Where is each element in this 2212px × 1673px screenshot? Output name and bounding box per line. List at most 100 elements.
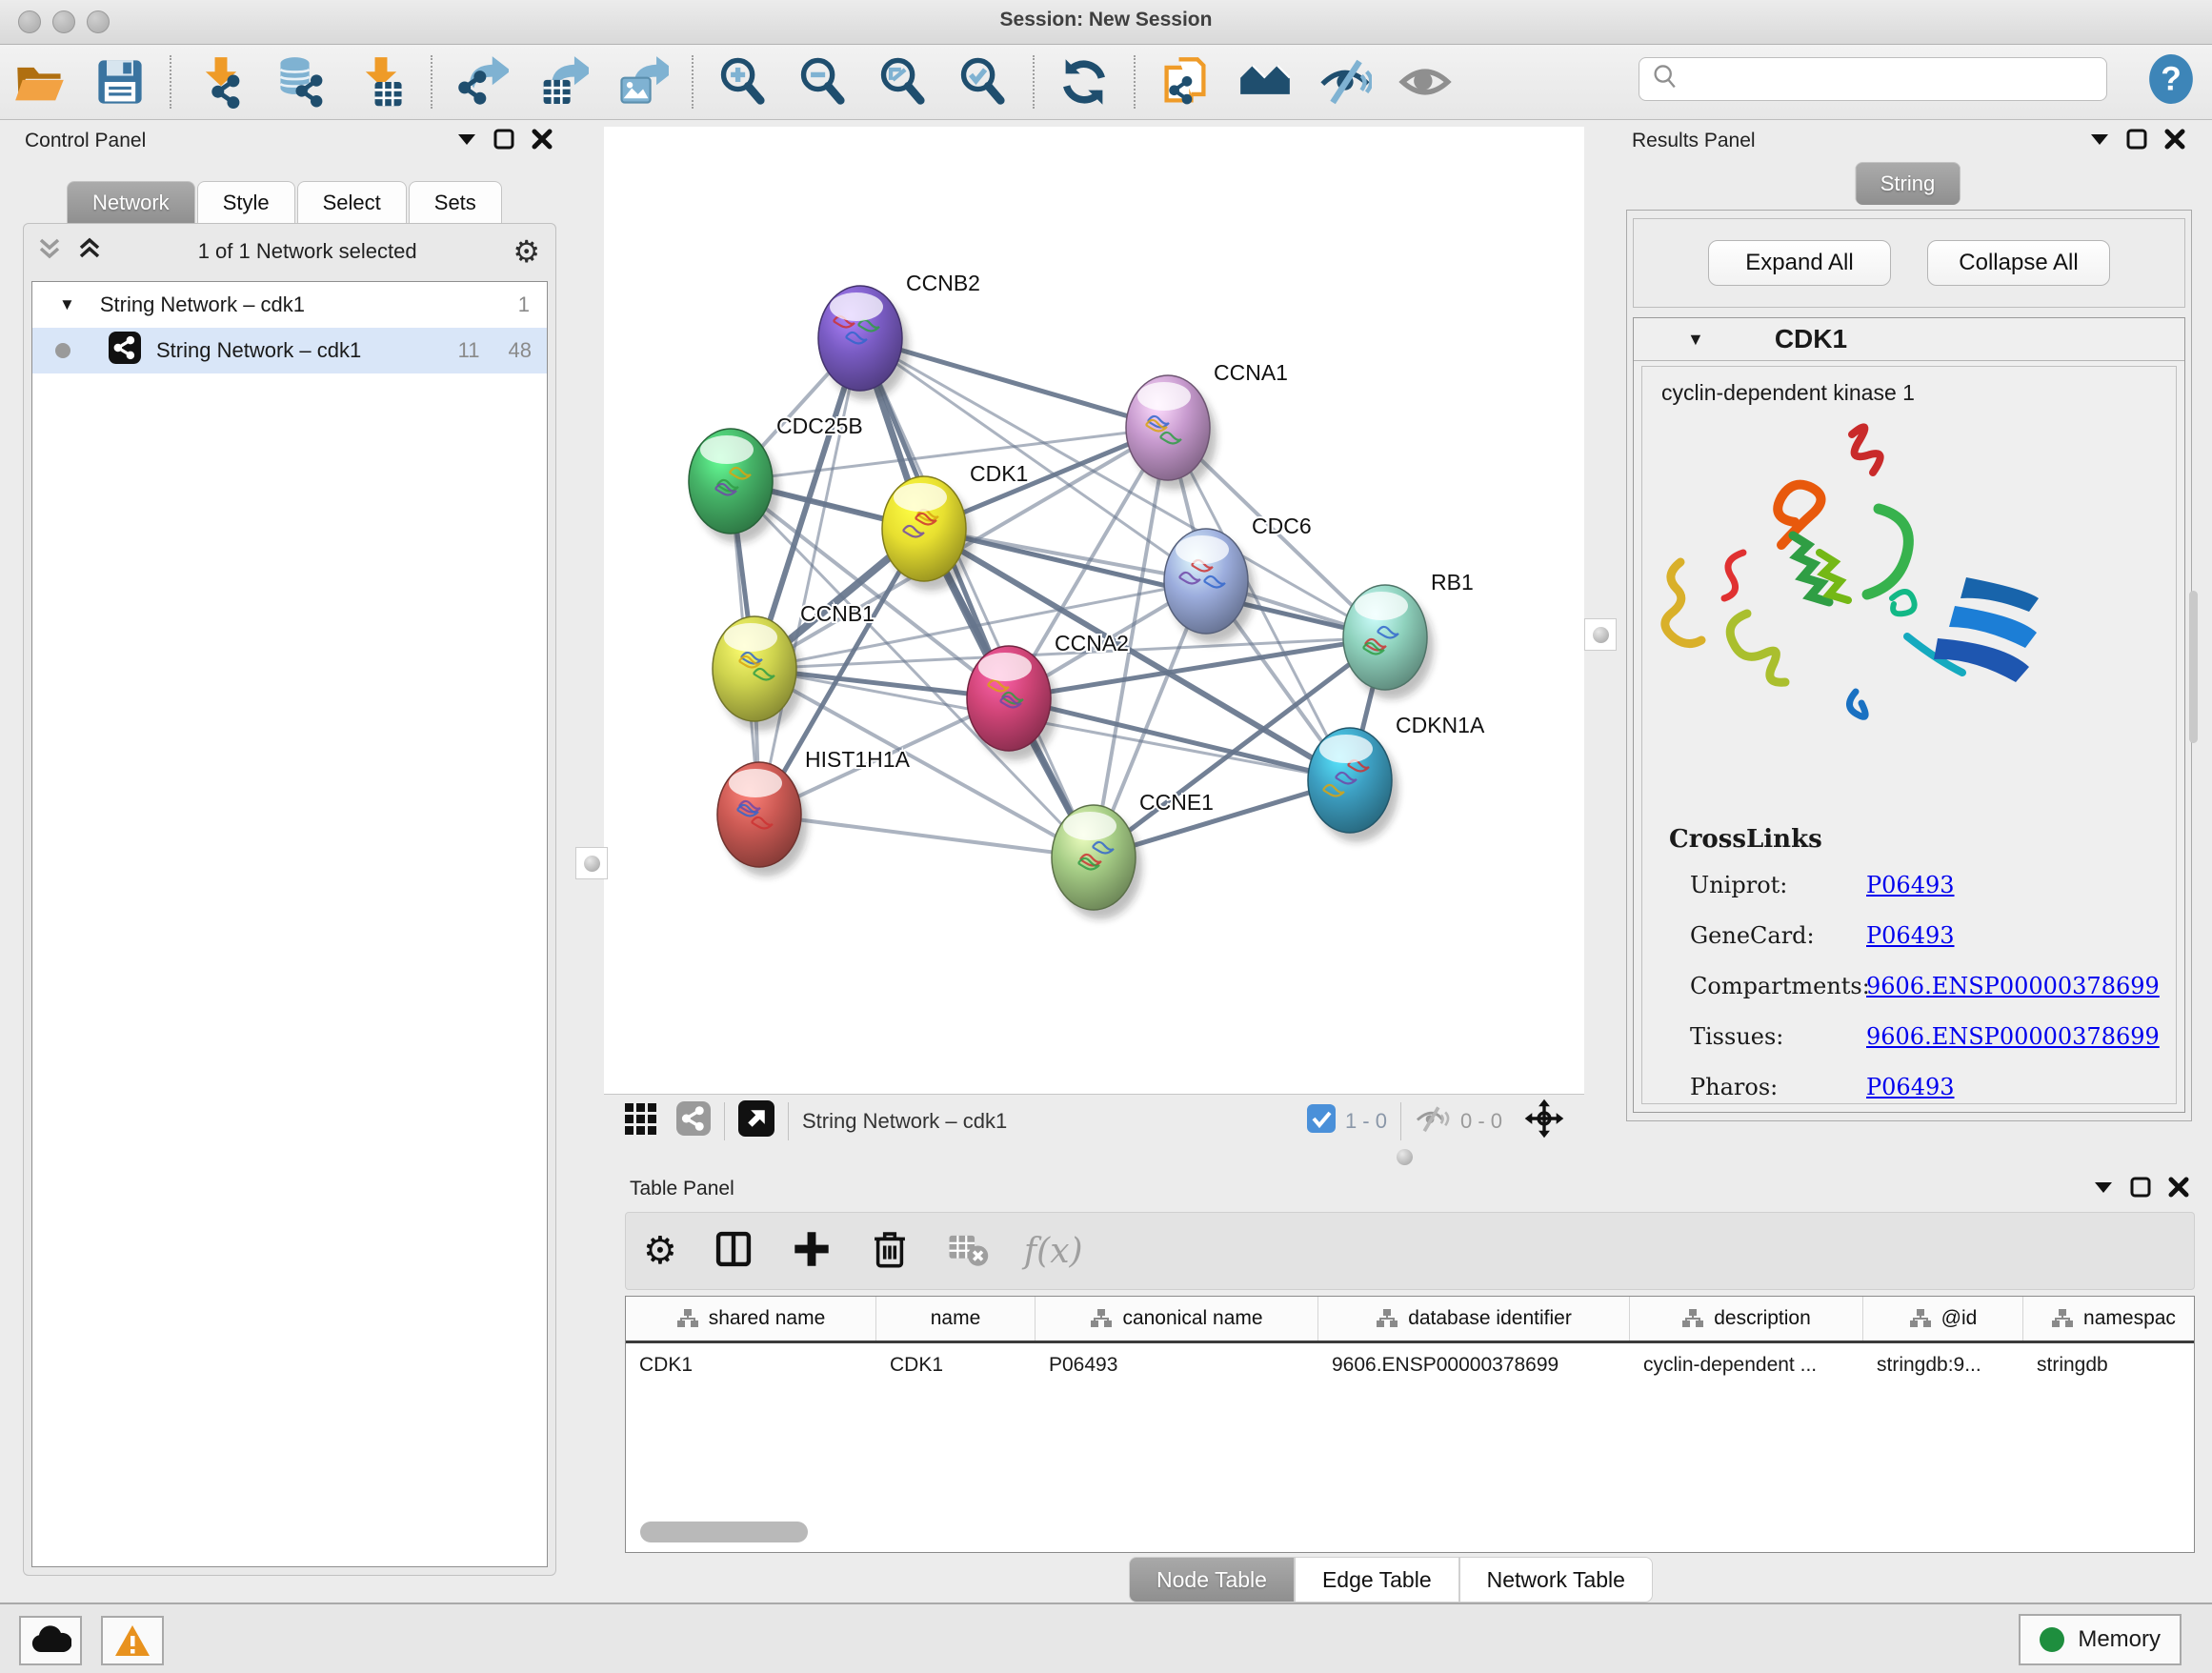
import-database-icon[interactable] <box>274 55 328 109</box>
node-CDC25B[interactable]: CDC25B <box>689 413 863 543</box>
network-share-icon[interactable] <box>676 1101 711 1141</box>
table-panel-menu-icon[interactable] <box>2094 1180 2113 1199</box>
tab-style[interactable]: Style <box>197 181 295 224</box>
node-CCNA2[interactable]: CCNA2 <box>967 631 1129 760</box>
tab-sets[interactable]: Sets <box>409 181 502 224</box>
selected-checkbox-icon[interactable] <box>1307 1104 1336 1139</box>
crosslink-link[interactable]: P06493 <box>1866 1074 1955 1100</box>
control-panel-float-icon[interactable] <box>493 129 514 154</box>
column-header-description[interactable]: description <box>1630 1297 1863 1340</box>
results-panel-float-icon[interactable] <box>2126 129 2147 154</box>
network-edge-count: 48 <box>509 338 532 363</box>
fx-icon: f(x) <box>1024 1232 1083 1271</box>
expand-all-button[interactable]: Expand All <box>1708 240 1891 286</box>
crosslink-link[interactable]: 9606.ENSP00000378699 <box>1866 1023 2160 1050</box>
network-collection-row[interactable]: ▼ String Network – cdk1 1 <box>32 282 547 328</box>
network-graph[interactable]: CCNB2 CCNA1 CDC25B CDK1 CDC6 RB1 CCNB1 <box>604 127 1584 1094</box>
refresh-icon[interactable] <box>1057 55 1111 109</box>
node-CDC6[interactable]: CDC6 <box>1164 514 1312 643</box>
export-image-icon[interactable] <box>615 55 669 109</box>
node-RB1[interactable]: RB1 <box>1343 570 1474 699</box>
birdseye-view-icon[interactable] <box>738 1100 774 1142</box>
help-button[interactable]: ? <box>2145 53 2197 110</box>
results-scrollbar[interactable] <box>2189 591 2198 743</box>
hidden-eye-icon[interactable] <box>1415 1104 1451 1139</box>
edge-CCNB2-CCNE1[interactable] <box>860 338 1094 857</box>
collapse-all-networks-icon[interactable] <box>37 236 62 267</box>
add-column-icon[interactable] <box>790 1227 834 1276</box>
gene-collapse-icon[interactable]: ▼ <box>1687 330 1704 350</box>
table-panel-float-icon[interactable] <box>2130 1177 2151 1202</box>
results-panel-close-icon[interactable] <box>2164 129 2185 154</box>
column-header-shared-name[interactable]: shared name <box>626 1297 876 1340</box>
tab-select[interactable]: Select <box>297 181 407 224</box>
zoom-selected-icon[interactable] <box>956 55 1010 109</box>
open-session-icon[interactable] <box>13 55 67 109</box>
node-CCNE1[interactable]: CCNE1 <box>1052 790 1214 919</box>
column-header-canonical-name[interactable]: canonical name <box>1036 1297 1318 1340</box>
first-neighbors-icon[interactable] <box>1238 55 1292 109</box>
bottom-splitter-handle[interactable] <box>1397 1149 1413 1165</box>
export-table-icon[interactable] <box>535 55 589 109</box>
crosslink-link[interactable]: P06493 <box>1866 872 1955 898</box>
results-panel-menu-icon[interactable] <box>2090 132 2109 151</box>
node-CCNA1[interactable]: CCNA1 <box>1126 360 1288 490</box>
network-row[interactable]: String Network – cdk1 11 48 <box>32 328 547 373</box>
network-options-gear-icon[interactable]: ⚙ <box>513 233 540 270</box>
import-network-icon[interactable] <box>194 55 248 109</box>
node-CCNB2[interactable]: CCNB2 <box>818 271 980 400</box>
table-horizontal-scrollbar[interactable] <box>640 1522 808 1542</box>
control-panel-close-icon[interactable] <box>532 129 553 154</box>
column-header-@id[interactable]: @id <box>1863 1297 2023 1340</box>
table-row[interactable]: CDK1CDK1P064939606.ENSP00000378699cyclin… <box>626 1343 2194 1387</box>
gear-icon[interactable]: ⚙ <box>643 1229 677 1273</box>
network-tree: ▼ String Network – cdk1 1 String Network… <box>31 281 548 1567</box>
cloud-button[interactable] <box>19 1616 82 1665</box>
node-CDKN1A[interactable]: CDKN1A <box>1308 713 1485 842</box>
tab-string[interactable]: String <box>1855 162 1961 205</box>
tab-network-table[interactable]: Network Table <box>1459 1557 1653 1602</box>
node-HIST1H1A[interactable]: HIST1H1A <box>717 747 911 877</box>
collapse-all-button[interactable]: Collapse All <box>1927 240 2110 286</box>
zoom-fit-icon[interactable] <box>876 55 930 109</box>
node-CDK1[interactable]: CDK1 <box>882 461 1028 591</box>
column-header-namespac[interactable]: namespac <box>2023 1297 2195 1340</box>
table-panel-close-icon[interactable] <box>2168 1177 2189 1202</box>
gene-name: CDK1 <box>1775 324 1847 354</box>
tab-network[interactable]: Network <box>67 181 195 224</box>
crosslink-link[interactable]: 9606.ENSP00000378699 <box>1866 973 2160 999</box>
right-splitter-handle[interactable] <box>1584 618 1617 651</box>
table-cell: 9606.ENSP00000378699 <box>1318 1343 1630 1387</box>
string-app-icon[interactable] <box>1158 55 1212 109</box>
column-header-database-identifier[interactable]: database identifier <box>1318 1297 1630 1340</box>
tab-edge-table[interactable]: Edge Table <box>1295 1557 1459 1602</box>
import-table-icon[interactable] <box>354 55 408 109</box>
save-session-icon[interactable] <box>93 55 147 109</box>
columns-icon[interactable] <box>712 1227 755 1276</box>
zoom-out-icon[interactable] <box>796 55 850 109</box>
left-splitter-handle[interactable] <box>575 847 608 879</box>
delete-icon[interactable] <box>868 1227 912 1276</box>
search-box[interactable] <box>1639 57 2107 101</box>
warnings-button[interactable] <box>101 1616 164 1665</box>
memory-button[interactable]: Memory <box>2019 1614 2182 1665</box>
node-label-CDC25B: CDC25B <box>776 413 863 438</box>
export-network-icon[interactable] <box>455 55 509 109</box>
grid-view-icon[interactable] <box>625 1101 659 1141</box>
edge-HIST1H1A-CCNE1[interactable] <box>759 815 1094 857</box>
fit-content-icon[interactable] <box>1523 1098 1565 1145</box>
crosslink-link[interactable]: P06493 <box>1866 922 1955 949</box>
node-table[interactable]: shared namenamecanonical namedatabase id… <box>625 1296 2195 1553</box>
control-panel-menu-icon[interactable] <box>457 132 476 151</box>
node-CCNB1[interactable]: CCNB1 <box>713 601 875 731</box>
hide-selected-icon[interactable] <box>1318 55 1372 109</box>
tab-node-table[interactable]: Node Table <box>1129 1557 1295 1602</box>
expand-all-networks-icon[interactable] <box>77 236 102 267</box>
collection-expand-icon[interactable]: ▼ <box>59 295 75 314</box>
network-canvas[interactable]: CCNB2 CCNA1 CDC25B CDK1 CDC6 RB1 CCNB1 <box>604 127 1584 1094</box>
edge-CCNB2-HIST1H1A[interactable] <box>759 338 860 815</box>
column-header-name[interactable]: name <box>876 1297 1036 1340</box>
search-input[interactable] <box>1689 66 2106 92</box>
zoom-in-icon[interactable] <box>716 55 770 109</box>
show-all-icon[interactable] <box>1398 55 1452 109</box>
